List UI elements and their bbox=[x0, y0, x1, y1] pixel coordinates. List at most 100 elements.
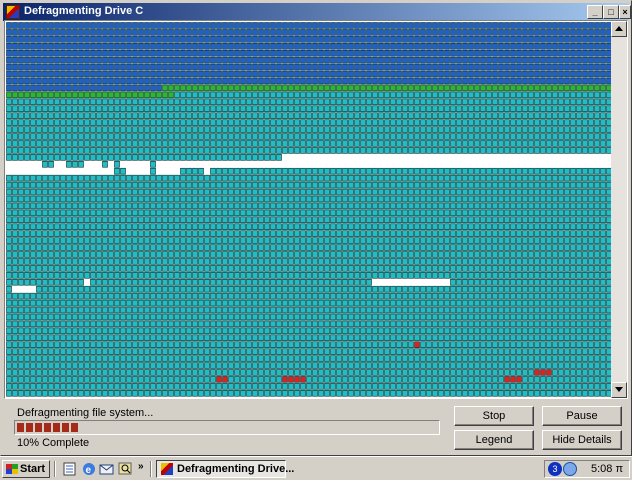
cluster-contiguous bbox=[558, 174, 564, 182]
cluster-contiguous bbox=[480, 133, 486, 140]
cluster-contiguous bbox=[132, 258, 138, 265]
cluster-contiguous bbox=[528, 313, 534, 321]
cluster-contiguous bbox=[588, 202, 594, 210]
cluster-contiguous bbox=[432, 140, 438, 147]
cluster-contiguous bbox=[168, 272, 174, 279]
cluster-contiguous bbox=[396, 327, 402, 335]
cluster-contiguous bbox=[528, 278, 534, 286]
cluster-contiguous bbox=[348, 334, 354, 342]
cluster-contiguous bbox=[162, 147, 168, 154]
cluster-contiguous bbox=[78, 230, 84, 237]
cluster-contiguous bbox=[468, 202, 474, 210]
cluster-system bbox=[510, 70, 516, 78]
cluster-contiguous bbox=[480, 285, 486, 293]
cluster-optimized bbox=[384, 84, 390, 92]
cluster-contiguous bbox=[570, 285, 576, 293]
cluster-system bbox=[24, 56, 30, 64]
cluster-system bbox=[486, 43, 492, 50]
cluster-contiguous bbox=[324, 313, 330, 321]
cluster-optimized bbox=[276, 84, 282, 92]
cluster-contiguous bbox=[306, 223, 312, 230]
cluster-contiguous bbox=[150, 174, 156, 182]
cluster-contiguous bbox=[132, 216, 138, 224]
cluster-system bbox=[528, 70, 534, 78]
cluster-contiguous bbox=[570, 341, 576, 348]
minimize-button[interactable]: _ bbox=[587, 5, 603, 19]
cluster-contiguous bbox=[18, 195, 24, 203]
cluster-contiguous bbox=[426, 209, 432, 217]
cluster-system bbox=[522, 36, 528, 43]
cluster-system bbox=[588, 56, 594, 64]
cluster-contiguous bbox=[396, 334, 402, 342]
cluster-contiguous bbox=[336, 341, 342, 348]
cluster-contiguous bbox=[558, 140, 564, 147]
cluster-contiguous bbox=[204, 230, 210, 237]
cluster-contiguous bbox=[462, 91, 468, 99]
cluster-contiguous bbox=[300, 126, 306, 133]
cluster-contiguous bbox=[306, 126, 312, 133]
maximize-button[interactable]: □ bbox=[603, 5, 619, 19]
cluster-contiguous bbox=[60, 265, 66, 272]
title-bar[interactable]: Defragmenting Drive C _ □ × bbox=[3, 3, 631, 21]
cluster-system bbox=[168, 56, 174, 64]
cluster-contiguous bbox=[102, 112, 108, 119]
cluster-contiguous bbox=[288, 167, 294, 175]
cluster-contiguous bbox=[264, 265, 270, 272]
cluster-system bbox=[378, 29, 384, 36]
cluster-contiguous bbox=[162, 348, 168, 355]
cluster-contiguous bbox=[18, 369, 24, 376]
cluster-contiguous bbox=[366, 105, 372, 113]
cluster-system bbox=[174, 63, 180, 71]
close-button[interactable]: × bbox=[619, 5, 631, 19]
cluster-contiguous bbox=[522, 230, 528, 237]
cluster-contiguous bbox=[432, 98, 438, 106]
cluster-contiguous bbox=[384, 181, 390, 189]
cluster-contiguous bbox=[558, 348, 564, 355]
cluster-contiguous bbox=[36, 230, 42, 237]
cluster-contiguous bbox=[444, 320, 450, 328]
cluster-contiguous bbox=[402, 348, 408, 355]
cluster-contiguous bbox=[420, 140, 426, 147]
cluster-contiguous bbox=[276, 209, 282, 217]
cluster-contiguous bbox=[198, 147, 204, 154]
cluster-contiguous bbox=[150, 272, 156, 279]
cluster-contiguous bbox=[546, 320, 552, 328]
cluster-contiguous bbox=[300, 320, 306, 328]
cluster-contiguous bbox=[558, 167, 564, 175]
cluster-contiguous bbox=[222, 272, 228, 279]
cluster-contiguous bbox=[444, 292, 450, 300]
cluster-contiguous bbox=[462, 209, 468, 217]
cluster-contiguous bbox=[330, 140, 336, 147]
cluster-contiguous bbox=[24, 272, 30, 279]
cluster-contiguous bbox=[300, 174, 306, 182]
cluster-contiguous bbox=[516, 292, 522, 300]
cluster-system bbox=[90, 63, 96, 71]
cluster-contiguous bbox=[564, 230, 570, 237]
cluster-contiguous bbox=[306, 369, 312, 376]
cluster-contiguous bbox=[600, 167, 606, 175]
cluster-system bbox=[96, 43, 102, 50]
cluster-contiguous bbox=[156, 126, 162, 133]
cluster-contiguous bbox=[558, 216, 564, 224]
defrag-app-icon[interactable] bbox=[6, 5, 20, 19]
cluster-system bbox=[432, 36, 438, 43]
cluster-contiguous bbox=[474, 313, 480, 321]
cluster-contiguous bbox=[168, 181, 174, 189]
cluster-system bbox=[186, 29, 192, 36]
cluster-contiguous bbox=[510, 167, 516, 175]
cluster-contiguous bbox=[102, 272, 108, 279]
cluster-contiguous bbox=[66, 126, 72, 133]
cluster-contiguous bbox=[108, 299, 114, 307]
cluster-contiguous bbox=[186, 133, 192, 140]
cluster-contiguous bbox=[264, 98, 270, 106]
cluster-contiguous bbox=[384, 251, 390, 258]
cluster-contiguous bbox=[36, 133, 42, 140]
cluster-system bbox=[540, 70, 546, 78]
cluster-contiguous bbox=[300, 278, 306, 286]
cluster-contiguous bbox=[222, 174, 228, 182]
cluster-contiguous bbox=[102, 334, 108, 342]
cluster-contiguous bbox=[102, 140, 108, 147]
cluster-system bbox=[594, 22, 600, 29]
cluster-system bbox=[570, 22, 576, 29]
cluster-contiguous bbox=[132, 223, 138, 230]
